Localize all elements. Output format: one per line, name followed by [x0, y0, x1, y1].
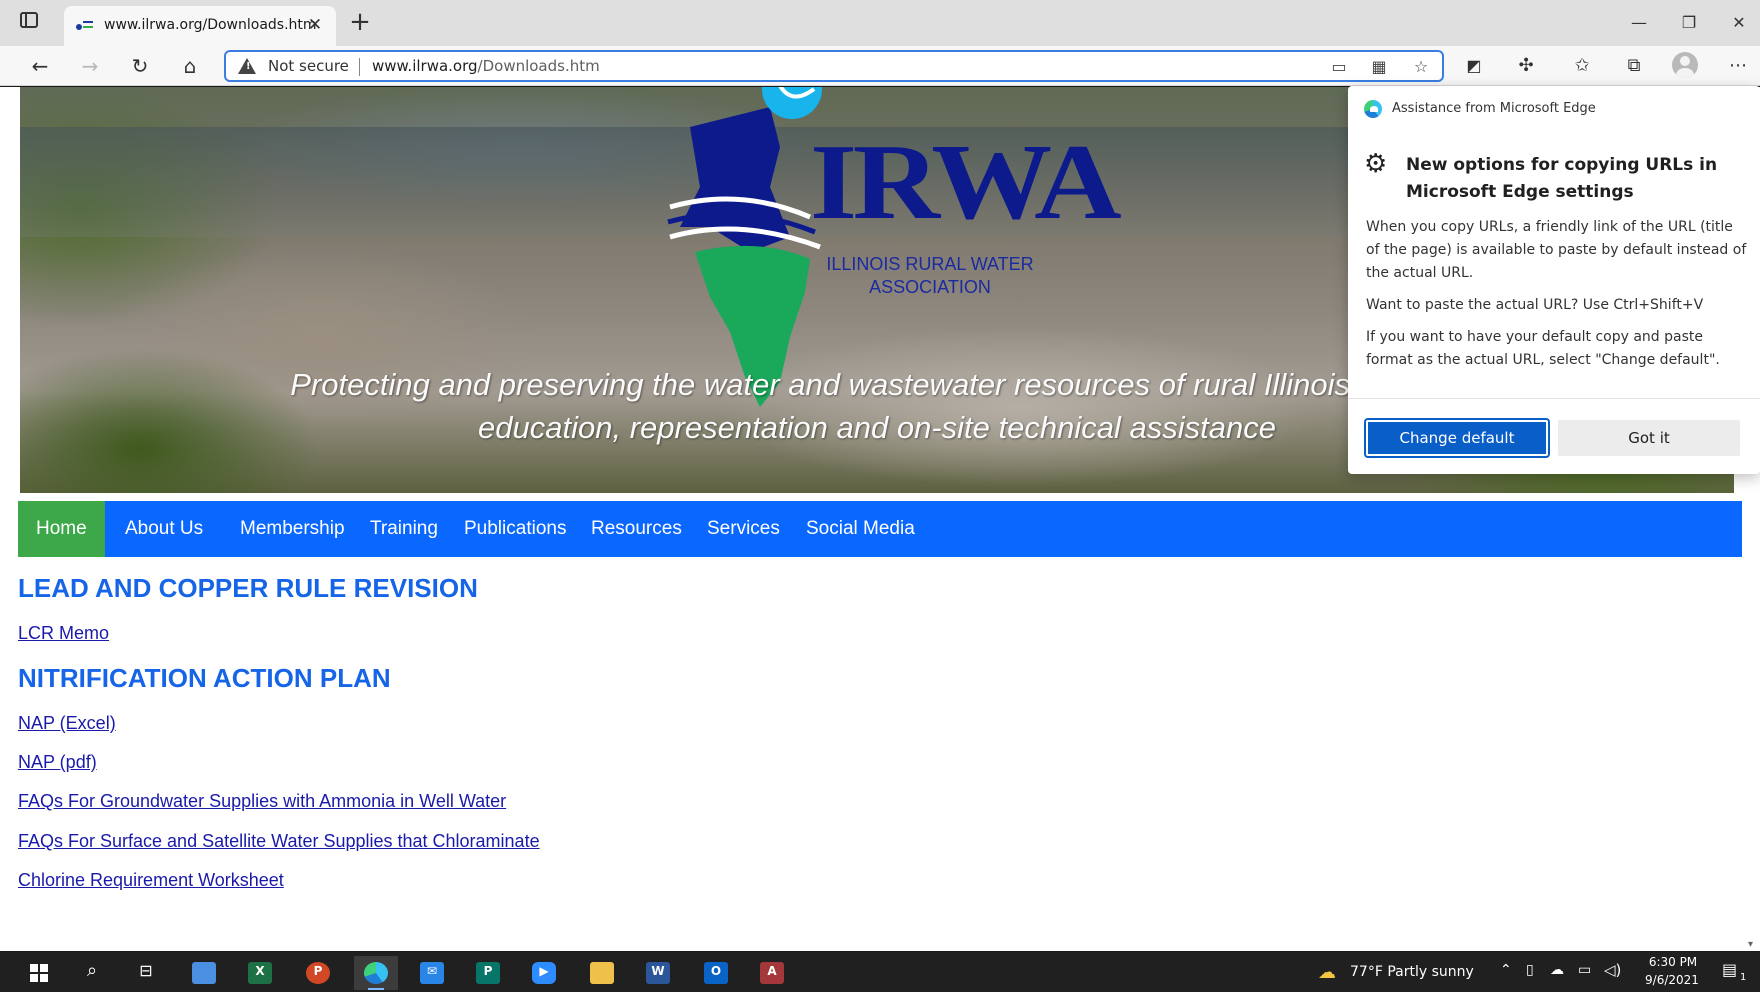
forward-button[interactable]: →	[74, 52, 106, 80]
favorites-icon[interactable]: ✩	[1566, 52, 1598, 80]
popup-paragraph-1: When you copy URLs, a friendly link of t…	[1366, 219, 1747, 281]
edge-assistance-popup: Assistance from Microsoft Edge ⚙ New opt…	[1348, 86, 1760, 474]
notification-count: 1	[1740, 972, 1747, 983]
popup-paragraph-2: Want to paste the actual URL? Use Ctrl+S…	[1366, 297, 1704, 313]
security-label[interactable]: Not secure	[268, 57, 349, 75]
tab-actions-icon[interactable]	[20, 12, 42, 34]
warning-icon[interactable]: !	[238, 57, 258, 75]
nav-item-social-media[interactable]: Social Media	[788, 501, 933, 557]
gear-icon: ⚙	[1364, 149, 1388, 179]
browser-tab-bar: www.ilrwa.org/Downloads.htm ✕ + — ❐ ✕	[0, 0, 1760, 46]
edge-taskbar-icon[interactable]	[354, 956, 398, 990]
tab-title: www.ilrwa.org/Downloads.htm	[104, 17, 317, 33]
collections-extension-icon[interactable]: ◩	[1458, 52, 1490, 80]
scroll-down-arrow-icon[interactable]: ▾	[1748, 939, 1758, 950]
battery-icon[interactable]: ▭	[1578, 962, 1591, 978]
browser-toolbar: ← → ↻ ⌂ ! Not secure www.ilrwa.org/Downl…	[0, 46, 1760, 86]
popup-divider	[1348, 398, 1760, 399]
nav-item-resources[interactable]: Resources	[573, 501, 700, 557]
new-tab-button[interactable]: +	[346, 8, 374, 36]
logo-subtitle-line2: ASSOCIATION	[869, 277, 991, 297]
excel-icon[interactable]: X	[238, 956, 282, 990]
nav-item-membership[interactable]: Membership	[222, 501, 363, 557]
link-lcr-memo[interactable]: LCR Memo	[18, 623, 109, 644]
popup-title: New options for copying URLs in Microsof…	[1406, 155, 1718, 202]
link-faq-surface[interactable]: FAQs For Surface and Satellite Water Sup…	[18, 831, 540, 852]
close-window-button[interactable]: ✕	[1722, 8, 1756, 38]
change-default-button[interactable]: Change default	[1364, 418, 1550, 458]
clock-date[interactable]: 9/6/2021	[1642, 973, 1702, 987]
profile-avatar-icon[interactable]	[1672, 52, 1698, 78]
immersive-reader-icon[interactable]: ▦	[1366, 55, 1392, 79]
link-nap-excel[interactable]: NAP (Excel)	[18, 713, 116, 734]
add-favorite-icon[interactable]: ☆	[1408, 55, 1434, 79]
clock-time[interactable]: 6:30 PM	[1646, 955, 1700, 969]
restore-button[interactable]: ❐	[1672, 8, 1706, 38]
address-separator	[359, 58, 360, 76]
nav-item-services[interactable]: Services	[689, 501, 798, 557]
store-icon[interactable]	[182, 956, 226, 990]
nav-item-about-us[interactable]: About Us	[107, 501, 221, 557]
home-button[interactable]: ⌂	[174, 52, 206, 80]
search-icon[interactable]: ⌕	[70, 956, 114, 990]
refresh-button[interactable]: ↻	[124, 52, 156, 80]
popup-header: Assistance from Microsoft Edge	[1392, 101, 1596, 116]
url-text[interactable]: www.ilrwa.org/Downloads.htm	[372, 57, 600, 75]
windows-taskbar: ⌕ ⊟ X P ✉ P ▶ W O A ☁ 77°F Partly sunny …	[0, 952, 1760, 992]
nav-item-publications[interactable]: Publications	[446, 501, 584, 557]
url-path: /Downloads.htm	[477, 57, 600, 75]
section-heading-lcr: LEAD AND COPPER RULE REVISION	[18, 573, 478, 603]
weather-icon[interactable]: ☁	[1318, 962, 1336, 983]
main-nav: Home About Us Membership Training Public…	[18, 501, 1742, 557]
link-nap-pdf[interactable]: NAP (pdf)	[18, 752, 97, 773]
weather-text[interactable]: 77°F Partly sunny	[1350, 964, 1474, 980]
minimize-button[interactable]: —	[1622, 8, 1656, 38]
nav-item-home[interactable]: Home	[18, 501, 105, 557]
url-host: www.ilrwa.org	[372, 57, 478, 75]
got-it-button[interactable]: Got it	[1558, 420, 1740, 456]
zoom-icon[interactable]: ▶	[522, 956, 566, 990]
link-chlorine-worksheet[interactable]: Chlorine Requirement Worksheet	[18, 870, 284, 891]
word-icon[interactable]: W	[636, 956, 680, 990]
address-bar[interactable]: ! Not secure www.ilrwa.org/Downloads.htm…	[224, 50, 1444, 82]
app-available-icon[interactable]: ▭	[1326, 55, 1352, 79]
powerpoint-icon[interactable]: P	[296, 956, 340, 990]
device-icon[interactable]: ▯	[1526, 962, 1534, 978]
collections-icon[interactable]: ⧉	[1618, 52, 1650, 80]
logo-text: IRWA	[810, 123, 1122, 242]
file-explorer-icon[interactable]	[580, 956, 624, 990]
site-favicon-icon	[76, 18, 94, 34]
browser-tab[interactable]: www.ilrwa.org/Downloads.htm ✕	[64, 6, 336, 46]
nav-item-training[interactable]: Training	[352, 501, 456, 557]
section-heading-nap: NITRIFICATION ACTION PLAN	[18, 663, 391, 693]
popup-paragraph-3: If you want to have your default copy an…	[1366, 329, 1720, 368]
volume-icon[interactable]: ◁)	[1604, 961, 1621, 979]
logo-subtitle-line1: ILLINOIS RURAL WATER	[826, 254, 1034, 274]
task-view-icon[interactable]: ⊟	[124, 956, 168, 990]
access-icon[interactable]: A	[750, 956, 794, 990]
extensions-icon[interactable]: ✣	[1510, 52, 1542, 80]
outlook-icon[interactable]: O	[694, 956, 738, 990]
mail-icon[interactable]: ✉	[410, 956, 454, 990]
notification-icon[interactable]: ▤	[1722, 960, 1737, 979]
more-menu-icon[interactable]: ⋯	[1722, 52, 1754, 80]
link-faq-groundwater[interactable]: FAQs For Groundwater Supplies with Ammon…	[18, 791, 506, 812]
show-hidden-icons-chevron-icon[interactable]: ⌃	[1500, 962, 1512, 978]
onedrive-icon[interactable]: ☁	[1550, 962, 1564, 978]
windows-start-icon[interactable]	[30, 964, 48, 982]
back-button[interactable]: ←	[24, 52, 56, 80]
edge-logo-icon	[1364, 100, 1382, 118]
logo-subtitle: ILLINOIS RURAL WATER ASSOCIATION	[820, 253, 1040, 299]
close-tab-icon[interactable]: ✕	[304, 14, 326, 36]
publisher-icon[interactable]: P	[466, 956, 510, 990]
